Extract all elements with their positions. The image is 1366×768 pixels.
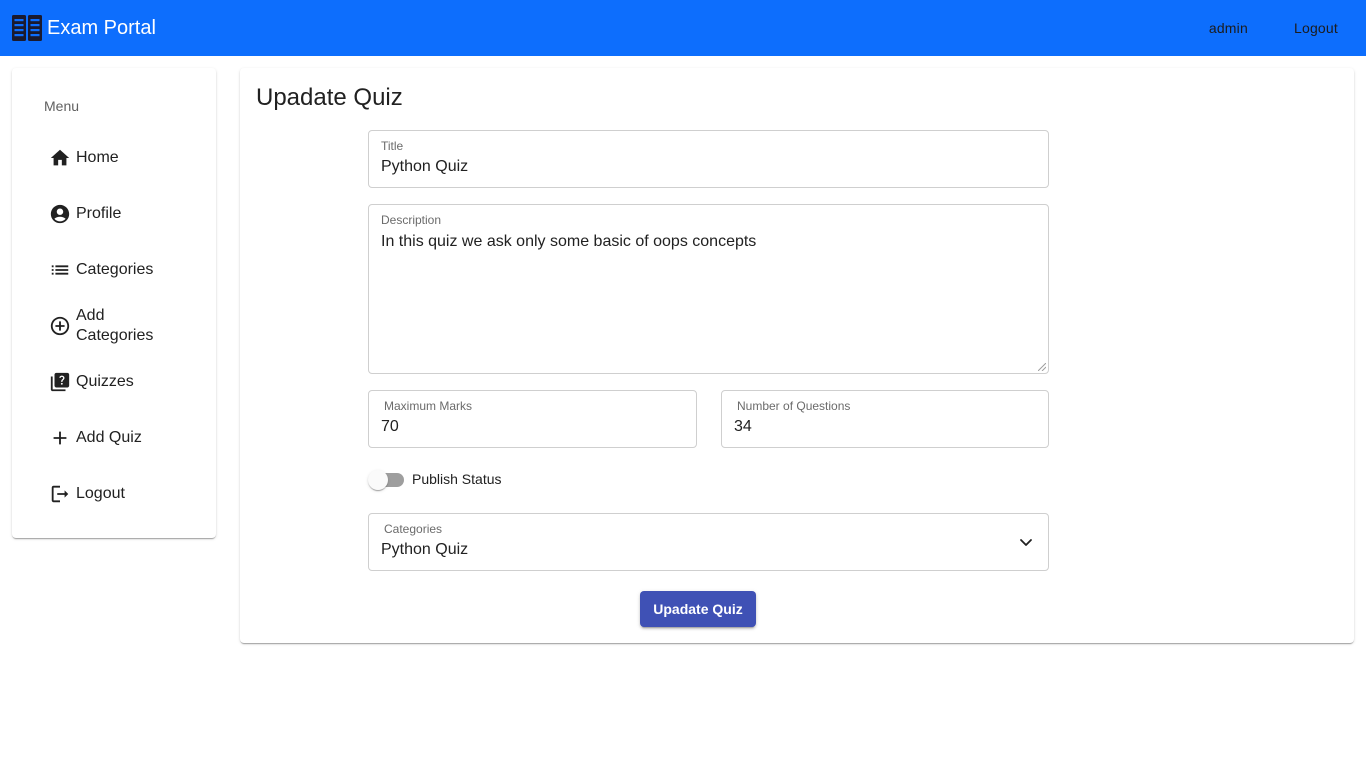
top-nav-links: admin Logout [1195,0,1366,56]
add-circle-icon [48,314,72,338]
max-marks-input[interactable] [381,418,684,436]
sidebar-item-logout[interactable]: Logout [12,470,216,518]
sidebar-item-profile[interactable]: Profile [12,190,216,238]
admin-link[interactable]: admin [1195,20,1262,36]
description-label: Description [381,213,442,227]
update-quiz-card: Upadate Quiz Title Description In this q… [240,68,1354,643]
sidebar-item-label: Home [76,149,119,166]
max-marks-label: Maximum Marks [384,399,473,413]
sidebar-item-quizzes[interactable]: Quizzes [12,358,216,406]
account-circle-icon [48,202,72,226]
sidebar-item-add-quiz[interactable]: Add Quiz [12,414,216,462]
top-navbar: Exam Portal admin Logout [0,0,1366,56]
book-icon [12,15,42,41]
plus-icon [48,426,72,450]
page-title: Upadate Quiz [256,84,403,111]
home-icon [48,146,72,170]
num-questions-input[interactable] [734,418,1036,436]
categories-label: Categories [384,522,443,536]
logout-link[interactable]: Logout [1280,20,1352,36]
sidebar-item-categories[interactable]: Categories [12,246,216,294]
brand-name: Exam Portal [47,16,156,39]
max-marks-field[interactable]: Maximum Marks [368,390,697,448]
description-field[interactable]: Description In this quiz we ask only som… [368,204,1049,374]
num-questions-label: Number of Questions [737,399,851,413]
publish-status-label: Publish Status [412,471,502,487]
chevron-down-icon [1020,539,1032,546]
categories-selected-value: Python Quiz [381,541,469,558]
logout-icon [48,482,72,506]
sidebar-item-label: Logout [76,485,125,502]
sidebar-item-add-categories[interactable]: Add Categories [12,302,216,350]
sidebar-item-label: Add Quiz [76,429,142,446]
sidebar-item-label: Quizzes [76,373,134,390]
sidebar-item-label: Categories [76,261,154,278]
sidebar-item-label: Add Categories [76,307,154,344]
title-label: Title [381,139,404,153]
title-input[interactable] [381,158,1036,176]
quiz-icon [48,370,72,394]
description-textarea[interactable]: In this quiz we ask only some basic of o… [381,232,1036,362]
sidebar-item-label: Profile [76,205,122,222]
list-icon [48,258,72,282]
brand[interactable]: Exam Portal [11,12,156,44]
categories-select[interactable]: Categories Python Quiz [368,513,1049,571]
sidebar-item-home[interactable]: Home [12,134,216,182]
resize-handle-icon[interactable] [1038,363,1046,371]
update-quiz-button[interactable]: Upadate Quiz [640,591,756,627]
toggle-thumb[interactable] [368,470,388,490]
num-questions-field[interactable]: Number of Questions [721,390,1049,448]
menu-title: Menu [44,98,80,114]
title-field[interactable]: Title [368,130,1049,188]
sidebar-menu: Menu Home Profile Categories Add Categor… [12,68,216,538]
